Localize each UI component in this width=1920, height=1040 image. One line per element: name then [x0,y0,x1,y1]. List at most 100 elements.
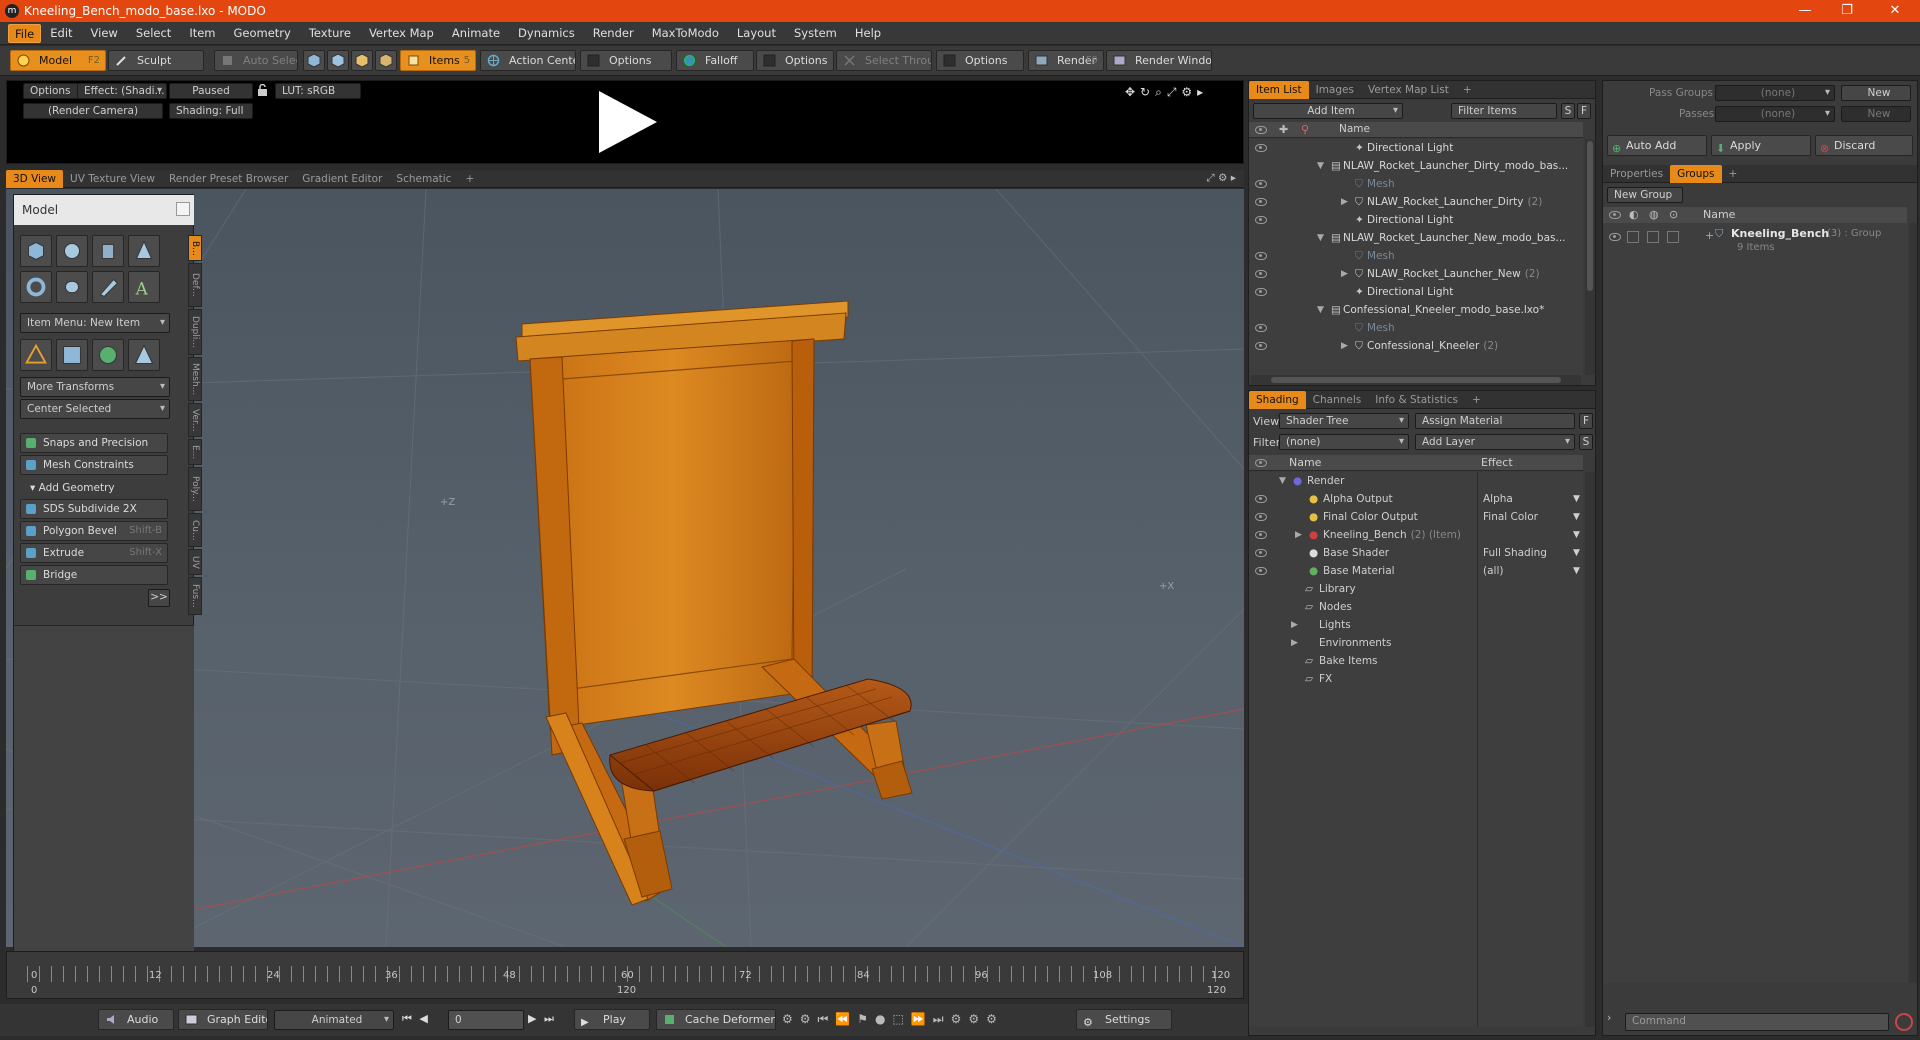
shader-row[interactable]: ▱ FX [1249,670,1583,688]
select-through-button[interactable]: Select Through [836,50,932,71]
expand-arrow-icon[interactable]: ▶ [1295,526,1302,544]
expand-icon[interactable]: + [1705,229,1714,242]
grid-tool-icon[interactable] [56,339,88,371]
passes-dropdown[interactable]: (none) [1715,106,1835,122]
visibility-eye-icon[interactable] [1255,567,1267,575]
shader-row[interactable]: ▱ Bake Items [1249,652,1583,670]
visibility-eye-icon[interactable] [1255,252,1267,260]
lock-toggle[interactable] [1647,231,1659,243]
tab-channels[interactable]: Channels [1306,391,1369,409]
new-group-button[interactable]: New Group [1607,187,1683,203]
pyramid-tool-icon[interactable] [128,339,160,371]
add-geometry-header[interactable]: ▾ Add Geometry [20,479,170,497]
shader-effect[interactable]: Full Shading [1483,544,1547,562]
menu-vertex-map[interactable]: Vertex Map [360,22,443,45]
item-row[interactable]: ▶ ⛉ Confessional_Kneeler (2) [1249,337,1583,355]
select-through-options-button[interactable]: Options [936,50,1024,71]
vtab-fusion[interactable]: Fus... [188,577,202,615]
vtab-vertex[interactable]: Ver... [188,403,202,437]
visibility-eye-icon[interactable] [1255,342,1267,350]
timeline[interactable]: 0 12 24 36 48 60 72 84 96 108 120 0 120 120 [6,951,1244,999]
assign-material-button[interactable]: Assign Material [1415,413,1575,429]
tab-shading[interactable]: Shading [1249,390,1306,409]
falloff-button[interactable]: Falloff [676,50,754,71]
item-list-s-button[interactable]: S [1561,103,1575,119]
expand-arrow-icon[interactable]: ▼ [1317,229,1324,247]
item-row[interactable]: ▼ ▤ NLAW_Rocket_Launcher_New_modo_bas... [1249,229,1583,247]
sculpt-mode-button[interactable]: Sculpt [108,50,204,71]
preview-lut-dropdown[interactable]: LUT: sRGB [275,83,361,99]
select-toggle[interactable] [1667,231,1679,243]
graph-editor-button[interactable]: Graph Editor [178,1009,268,1030]
shader-row[interactable]: ▶ Lights [1249,616,1583,634]
item-row[interactable]: ▶ ⛉ NLAW_Rocket_Launcher_New (2) [1249,265,1583,283]
items-select-button[interactable]: Items 5 [400,50,476,71]
render-window-button[interactable]: Render Window [1106,50,1212,71]
render-button[interactable]: Render F9 [1028,50,1104,71]
expand-arrow-icon[interactable]: ▼ [1279,472,1286,490]
tab-gradient-editor[interactable]: Gradient Editor [295,170,389,188]
menu-layout[interactable]: Layout [728,22,785,45]
add-tab-button[interactable]: + [1722,165,1745,183]
tab-vertex-map-list[interactable]: Vertex Map List [1361,81,1456,99]
action-center-options-button[interactable]: Options [580,50,672,71]
shader-row[interactable]: ▼ ● Render [1249,472,1583,490]
visibility-eye-icon[interactable] [1255,180,1267,188]
auto-add-button[interactable]: ⊕ Auto Add [1607,135,1707,156]
tab-schematic[interactable]: Schematic [389,170,458,188]
minimize-button[interactable]: — [1785,0,1825,22]
expand-arrow-icon[interactable]: ▼ [1317,157,1324,175]
materials-select-button[interactable] [375,50,397,71]
groups-scrollbar[interactable] [1909,223,1917,983]
visibility-eye-icon[interactable] [1255,513,1267,521]
menu-help[interactable]: Help [846,22,890,45]
shader-effect[interactable]: (all) [1483,562,1503,580]
expand-arrow-icon[interactable]: ▶ [1341,265,1348,283]
tab-groups[interactable]: Groups [1670,164,1722,183]
tab-item-list[interactable]: Item List [1249,80,1309,99]
shader-row[interactable]: ▱ Library [1249,580,1583,598]
settings-button[interactable]: ⚙ Settings [1076,1009,1172,1030]
visibility-eye-icon[interactable] [1255,495,1267,503]
rewind-step-back-icons[interactable]: ⏮ ◀ [402,1012,446,1026]
polygons-select-button[interactable] [351,50,373,71]
command-input[interactable]: Command [1625,1013,1889,1031]
menu-animate[interactable]: Animate [443,22,509,45]
close-button[interactable]: ✕ [1875,0,1915,22]
vtab-mesh[interactable]: Mesh... [188,357,202,401]
item-row[interactable]: ✦ Directional Light [1249,283,1583,301]
item-row[interactable]: ▼ ▤ NLAW_Rocket_Launcher_Dirty_modo_bas... [1249,157,1583,175]
globe-tool-icon[interactable] [92,339,124,371]
shader-effect[interactable]: Alpha [1483,490,1513,508]
visibility-eye-icon[interactable] [1255,324,1267,332]
effect-dropdown-icon[interactable]: ▼ [1573,490,1580,508]
vtab-polygon[interactable]: Poly... [188,467,202,511]
tab-render-preset-browser[interactable]: Render Preset Browser [162,170,295,188]
sphere-tool-icon[interactable] [56,235,88,267]
maximize-button[interactable]: ❐ [1827,0,1867,22]
pass-groups-dropdown[interactable]: (none) [1715,85,1835,101]
new-pass-group-button[interactable]: New [1841,85,1911,101]
menu-system[interactable]: System [785,22,846,45]
shader-row[interactable]: ▶ ● Kneeling_Bench (2) (Item) ▼ [1249,526,1583,544]
tab-uv-texture-view[interactable]: UV Texture View [63,170,162,188]
add-tab-button[interactable]: + [458,170,481,188]
transform-tool-icon[interactable] [20,339,52,371]
item-list-hscrollbar[interactable] [1251,375,1581,385]
more-transforms-dropdown[interactable]: More Transforms [20,377,170,397]
tab-properties[interactable]: Properties [1603,165,1670,183]
visibility-eye-icon[interactable] [1255,531,1267,539]
effect-dropdown-icon[interactable]: ▼ [1573,526,1580,544]
tab-images[interactable]: Images [1309,81,1361,99]
capsule-tool-icon[interactable] [56,271,88,303]
new-pass-button[interactable]: New [1841,106,1911,122]
discard-button[interactable]: ⊗ Discard [1815,135,1913,156]
shader-row[interactable]: ▶ Environments [1249,634,1583,652]
menu-file[interactable]: File [8,23,42,43]
preview-shading-dropdown[interactable]: Shading: Full [169,103,253,119]
falloff-options-button[interactable]: Options [756,50,834,71]
audio-button[interactable]: Audio [98,1009,174,1030]
vtab-curve[interactable]: Cu... [188,513,202,547]
filter-items-input[interactable]: Filter Items [1451,103,1557,119]
group-row-kneeling-bench[interactable]: + ⛉ Kneeling_Bench (3) : Group 9 Items [1603,227,1907,257]
